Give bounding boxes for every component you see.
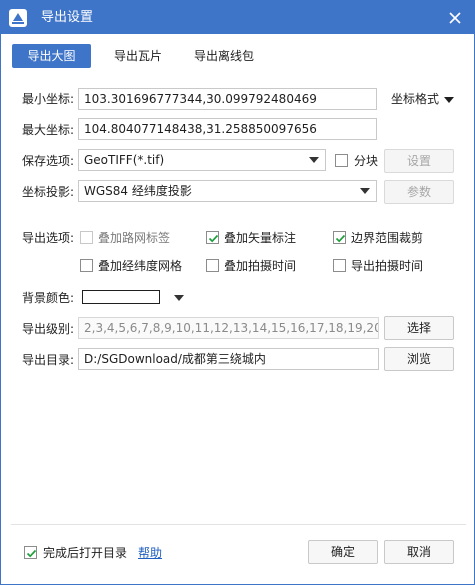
export-capture-time-label: 导出拍摄时间 <box>351 259 424 273</box>
vector-labels-label: 叠加矢量标注 <box>224 231 297 245</box>
boundary-clip-label: 边界范围裁剪 <box>351 231 424 245</box>
tab-export-large-image[interactable]: 导出大图 <box>12 44 91 68</box>
open-dir-label: 完成后打开目录 <box>43 546 128 560</box>
cancel-button[interactable]: 取消 <box>384 540 454 564</box>
tab-export-offline-package[interactable]: 导出离线包 <box>187 44 261 68</box>
export-settings-dialog: 导出设置 导出大图 导出瓦片 导出离线包 最小坐标: 103.301696777… <box>0 0 475 585</box>
capture-time-label: 叠加拍摄时间 <box>224 259 297 273</box>
browse-button[interactable]: 浏览 <box>384 347 454 371</box>
min-coord-input[interactable]: 103.301696777344,30.099792480469 <box>78 88 377 110</box>
params-button[interactable]: 参数 <box>384 180 454 204</box>
save-format-select[interactable]: GeoTIFF(*.tif) <box>78 149 326 171</box>
export-directory-label: 导出目录: <box>22 353 75 367</box>
max-coord-input[interactable]: 104.804077148438,31.258850097656 <box>78 118 377 140</box>
checkmark-icon <box>26 549 37 558</box>
close-icon <box>449 12 461 24</box>
checkmark-icon <box>335 234 346 243</box>
coord-format-label: 坐标格式 <box>391 92 440 106</box>
chevron-down-icon <box>360 188 370 194</box>
export-directory-input[interactable]: D:/SGDownload/成都第三绕城内 <box>78 348 379 370</box>
max-coord-label: 最大坐标: <box>22 123 75 137</box>
road-labels-label: 叠加路网标签 <box>98 231 171 245</box>
projection-value: WGS84 经纬度投影 <box>84 184 192 198</box>
open-dir-checkbox[interactable] <box>24 546 37 559</box>
export-capture-time-checkbox[interactable] <box>333 259 346 272</box>
export-options-label: 导出选项: <box>22 231 75 245</box>
projection-label: 坐标投影: <box>22 185 75 199</box>
footer-divider <box>11 524 466 525</box>
capture-time-checkbox[interactable] <box>206 259 219 272</box>
chevron-down-icon[interactable] <box>174 295 184 301</box>
settings-button[interactable]: 设置 <box>384 149 454 173</box>
title-bar[interactable]: 导出设置 <box>1 1 474 34</box>
boundary-clip-checkbox[interactable] <box>333 231 346 244</box>
split-checkbox[interactable] <box>335 154 348 167</box>
checkmark-icon <box>208 234 219 243</box>
vector-labels-checkbox[interactable] <box>206 231 219 244</box>
select-levels-button[interactable]: 选择 <box>384 316 454 340</box>
window-title: 导出设置 <box>41 10 94 25</box>
road-labels-checkbox[interactable] <box>80 231 93 244</box>
app-logo-icon <box>9 9 27 27</box>
graticule-label: 叠加经纬度网格 <box>98 259 183 273</box>
chevron-down-icon <box>309 157 319 163</box>
save-options-label: 保存选项: <box>22 154 75 168</box>
tab-export-tiles[interactable]: 导出瓦片 <box>101 44 175 68</box>
ok-button[interactable]: 确定 <box>308 540 378 564</box>
coord-format-dropdown[interactable]: 坐标格式 <box>391 91 455 107</box>
background-color-swatch[interactable] <box>82 290 160 304</box>
help-link[interactable]: 帮助 <box>138 545 162 561</box>
export-levels-label: 导出级别: <box>22 322 75 336</box>
graticule-checkbox[interactable] <box>80 259 93 272</box>
close-button[interactable] <box>445 8 465 28</box>
min-coord-label: 最小坐标: <box>22 92 75 106</box>
triangle-down-icon <box>444 96 455 103</box>
split-label: 分块 <box>354 154 379 168</box>
background-color-label: 背景颜色: <box>22 291 75 305</box>
projection-select[interactable]: WGS84 经纬度投影 <box>78 180 377 202</box>
export-levels-input[interactable]: 2,3,4,5,6,7,8,9,10,11,12,13,14,15,16,17,… <box>78 317 379 339</box>
save-format-value: GeoTIFF(*.tif) <box>84 153 165 167</box>
